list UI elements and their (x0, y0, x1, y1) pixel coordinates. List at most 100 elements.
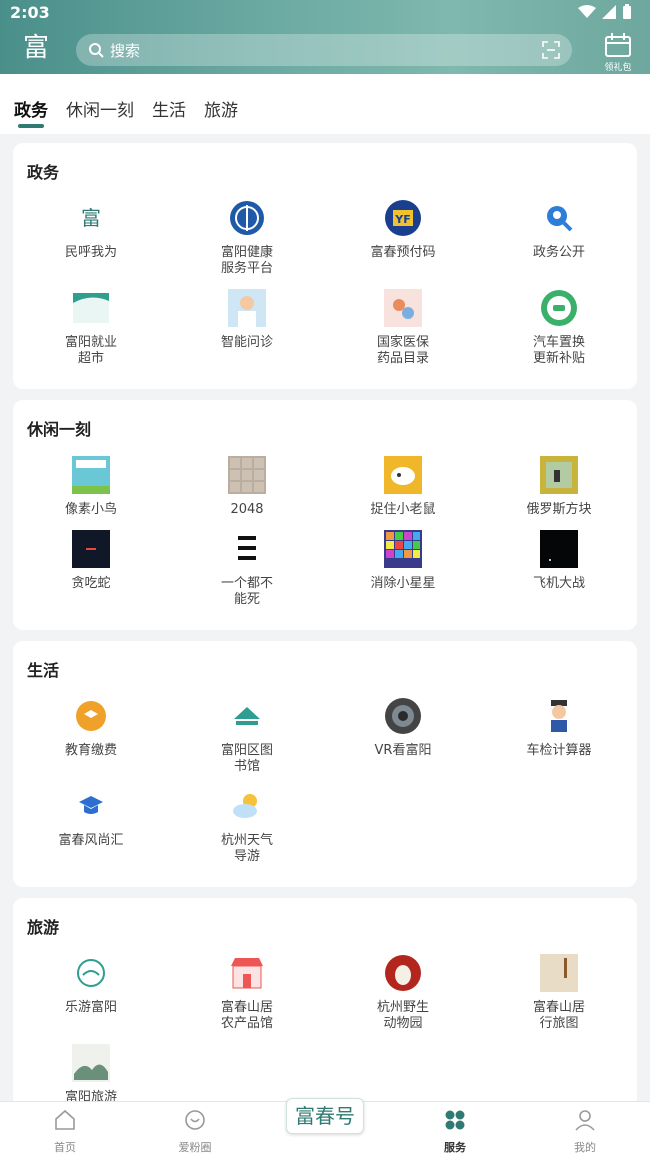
snake-icon (72, 530, 110, 568)
item-label: 教育缴费 (64, 743, 117, 758)
service-icon (445, 1110, 465, 1130)
travel-painting[interactable]: 富春山居 行旅图 (481, 954, 637, 1032)
zoo-icon (384, 954, 422, 992)
life-car-inspection[interactable]: 车检计算器 (481, 697, 637, 759)
game-2048[interactable]: 2048 (169, 456, 325, 518)
smart-consult-icon (228, 289, 266, 327)
education-fee-icon (72, 697, 110, 735)
library-icon (228, 697, 266, 735)
item-label: 一个都不 能死 (220, 576, 273, 607)
checkin-button[interactable]: 领礼包 (602, 32, 634, 73)
section-gov: 政务 富 民呼我为 富阳健康 服务平台 YF 富春预付码 政务公开 富阳就业 超… (13, 143, 637, 389)
service-item-minhu[interactable]: 富 民呼我为 (13, 199, 169, 261)
nav-home[interactable]: 首页 (0, 1108, 130, 1155)
status-bar: 2:03 (0, 0, 650, 26)
service-item-employment[interactable]: 富阳就业 超市 (13, 289, 169, 367)
item-label: 富阳健康 服务平台 (220, 245, 273, 276)
plane-war-icon (540, 530, 578, 568)
nav-label: 我的 (574, 1141, 596, 1154)
service-item-govopen[interactable]: 政务公开 (481, 199, 637, 261)
nav-label: 爱粉圈 (178, 1141, 212, 1154)
service-item-health[interactable]: 富阳健康 服务平台 (169, 199, 325, 277)
health-platform-icon (228, 199, 266, 237)
game-plane-war[interactable]: 飞机大战 (481, 530, 637, 592)
calendar-icon (605, 33, 631, 57)
fuyang-travel-icon (72, 1044, 110, 1082)
life-library[interactable]: 富阳区图 书馆 (169, 697, 325, 775)
checkin-label: 领礼包 (604, 63, 632, 73)
car-inspection-icon (540, 697, 578, 735)
none-die-icon (228, 530, 266, 568)
game-tetris[interactable]: 俄罗斯方块 (481, 456, 637, 518)
nav-profile[interactable]: 我的 (520, 1108, 650, 1155)
status-time: 2:03 (10, 3, 50, 22)
item-label: 捉住小老鼠 (370, 502, 436, 517)
tab-life[interactable]: 生活 (152, 96, 186, 126)
section-title: 旅游 (27, 918, 60, 937)
service-item-prepay[interactable]: YF 富春预付码 (325, 199, 481, 261)
wifi-icon (578, 5, 596, 18)
travel-farm-store[interactable]: 富春山居 农产品馆 (169, 954, 325, 1032)
weather-icon (228, 787, 266, 825)
game-pixel-bird[interactable]: 像素小鸟 (13, 456, 169, 518)
item-label: 国家医保 药品目录 (376, 335, 429, 366)
game-pop-star[interactable]: 消除小星星 (325, 530, 481, 592)
section-title: 休闲一刻 (27, 420, 92, 439)
item-label: VR看富阳 (374, 743, 432, 758)
tab-gov[interactable]: 政务 (14, 96, 48, 128)
item-label: 俄罗斯方块 (526, 502, 592, 517)
fan-circle-icon (185, 1110, 205, 1130)
life-vr[interactable]: VR看富阳 (325, 697, 481, 759)
pixel-bird-icon (72, 456, 110, 494)
section-title: 政务 (27, 163, 60, 182)
tab-leisure[interactable]: 休闲一刻 (66, 96, 134, 126)
item-label: 车检计算器 (526, 743, 592, 758)
app-logo[interactable]: 富 (14, 30, 58, 70)
nav-label: 首页 (54, 1141, 76, 1154)
item-label: 杭州野生 动物园 (376, 1000, 429, 1031)
medical-insurance-icon (384, 289, 422, 327)
item-label: 贪吃蛇 (71, 576, 111, 591)
section-travel: 旅游 乐游富阳 富春山居 农产品馆 杭州野生 动物园 富春山居 行旅图 富阳旅游 (13, 898, 637, 1108)
search-icon (89, 43, 104, 58)
travel-zoo[interactable]: 杭州野生 动物园 (325, 954, 481, 1032)
service-item-consult[interactable]: 智能问诊 (169, 289, 325, 351)
game-catch-mouse[interactable]: 捉住小老鼠 (325, 456, 481, 518)
nav-fan-circle[interactable]: 爱粉圈 (130, 1108, 260, 1155)
fuchun-logo[interactable]: 富春号 (286, 1098, 364, 1134)
nav-service[interactable]: 服务 (390, 1108, 520, 1155)
item-label: 富春山居 农产品馆 (220, 1000, 273, 1031)
item-label: 富春风尚汇 (58, 833, 124, 848)
service-item-medical[interactable]: 国家医保 药品目录 (325, 289, 481, 367)
item-label: 汽车置换 更新补贴 (532, 335, 585, 366)
painting-icon (540, 954, 578, 992)
tab-travel[interactable]: 旅游 (204, 96, 238, 126)
prepay-code-icon: YF (384, 199, 422, 237)
life-education-fee[interactable]: 教育缴费 (13, 697, 169, 759)
vr-icon (384, 697, 422, 735)
item-label: 富春山居 行旅图 (532, 1000, 585, 1031)
item-label: 2048 (230, 502, 264, 517)
profile-icon (575, 1110, 595, 1131)
app-header: 2:03 富 搜索 领礼包 (0, 0, 650, 74)
search-placeholder: 搜索 (110, 41, 141, 60)
life-fashion[interactable]: 富春风尚汇 (13, 787, 169, 849)
battery-icon (623, 4, 631, 19)
section-life: 生活 教育缴费 富阳区图 书馆 VR看富阳 车检计算器 富春风尚汇 杭州天气 导… (13, 641, 637, 887)
service-item-car-subsidy[interactable]: 汽车置换 更新补贴 (481, 289, 637, 367)
home-icon (55, 1109, 75, 1130)
game-snake[interactable]: 贪吃蛇 (13, 530, 169, 592)
travel-fuyang-tour[interactable]: 富阳旅游 (13, 1044, 169, 1106)
item-label: 民呼我为 (64, 245, 117, 260)
life-weather[interactable]: 杭州天气 导游 (169, 787, 325, 865)
nav-label: 服务 (444, 1141, 466, 1154)
search-bar[interactable]: 搜索 (76, 34, 572, 66)
item-label: 富阳就业 超市 (64, 335, 117, 366)
travel-fuyang[interactable]: 乐游富阳 (13, 954, 169, 1016)
item-label: 飞机大战 (532, 576, 585, 591)
item-label: 富春预付码 (370, 245, 436, 260)
scan-icon[interactable] (542, 41, 560, 59)
signal-icon (602, 5, 616, 19)
item-label: 像素小鸟 (64, 502, 117, 517)
game-none-die[interactable]: 一个都不 能死 (169, 530, 325, 608)
